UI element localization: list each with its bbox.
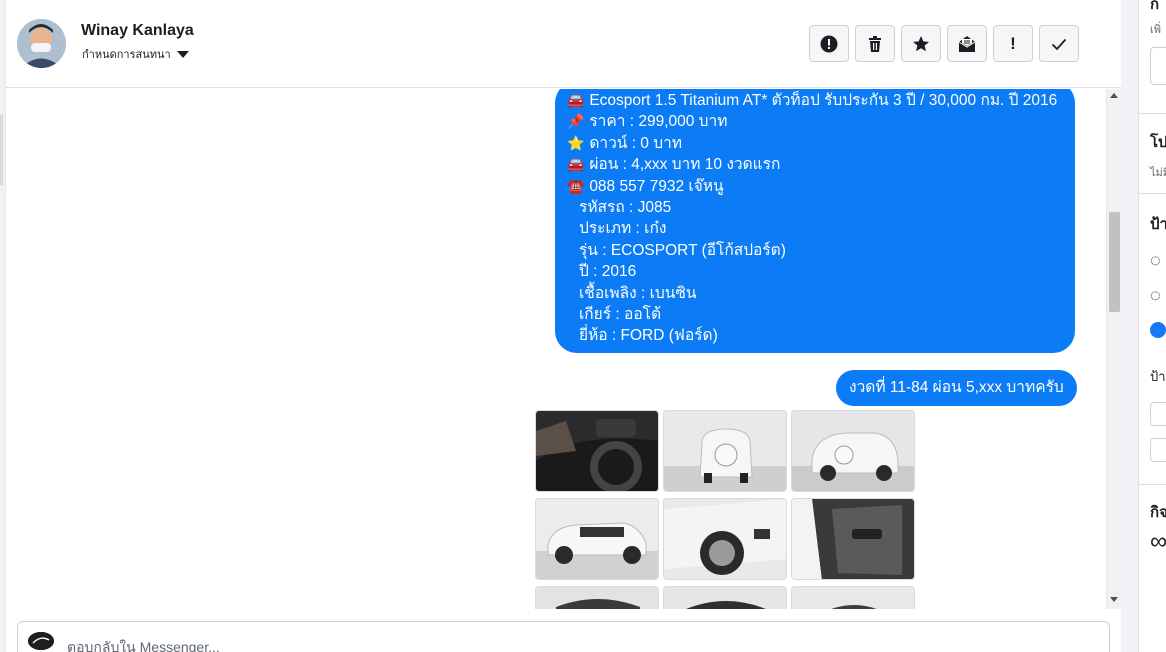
reply-input-placeholder[interactable]: ตอบกลับใน Messenger... [67, 637, 220, 652]
message-line: 🚘 Ecosport 1.5 Titanium AT* ตัวท็อป รับป… [567, 90, 1063, 111]
message-line: 📌 ราคา : 299,000 บาท [567, 111, 1063, 132]
emoji-icon: 🚘 [567, 92, 585, 108]
conversation-toolbar: ! [809, 25, 1079, 62]
trash-icon [869, 35, 881, 52]
emoji-icon: 🚘 [567, 156, 585, 173]
divider [1139, 484, 1166, 485]
message-line-text: รหัสรถ : J085 [579, 199, 672, 217]
label-input-field[interactable] [1150, 402, 1166, 426]
message-line: ปี : 2016 [567, 261, 1063, 282]
message-line: ประเภท : เก๋ง [567, 218, 1063, 239]
emoji-icon: ⭐ [567, 134, 585, 151]
message-bubble-listing[interactable]: 🚘 Ecosport 1.5 Titanium AT* ตัวท็อป รับป… [555, 89, 1075, 353]
message-line-text: ยี่ห้อ : FORD (ฟอร์ด) [579, 327, 718, 345]
label-option-icon[interactable]: ◌ [1150, 285, 1161, 306]
message-line: ☎️ 088 557 7932 เจ๊หนู [567, 176, 1063, 197]
emoji-icon: 📌 [567, 113, 585, 130]
message-line-text: เชื้อเพลิง : เบนซิน [579, 284, 697, 302]
details-section-hint: เพิ่ [1150, 24, 1162, 36]
message-line: รุ่น : ECOSPORT (อีโก้สปอร์ต) [567, 240, 1063, 261]
divider [1139, 113, 1166, 114]
details-section-title: ก [1150, 0, 1160, 13]
divider [1139, 193, 1166, 194]
message-line-text: Ecosport 1.5 Titanium AT* ตัวท็อป รับประ… [589, 92, 1058, 109]
photo-thumbnail[interactable] [663, 586, 787, 609]
left-panel-scroll-mark [0, 115, 3, 185]
label-input-field[interactable] [1150, 438, 1166, 462]
photo-thumbnail[interactable] [791, 498, 915, 580]
labels-section-title: ป้า [1150, 216, 1166, 233]
scroll-up-arrow-icon[interactable] [1110, 93, 1118, 98]
message-line-text: เกียร์ : ออโต้ [579, 306, 662, 324]
assign-label: กำหนดการสนทนา [82, 49, 171, 61]
photo-thumbnail[interactable] [535, 586, 659, 609]
message-line: รหัสรถ : J085 [567, 197, 1063, 218]
labels-subtitle: ป้า [1150, 369, 1166, 384]
message-line-text: ประเภท : เก๋ง [579, 220, 667, 238]
photo-thumbnail[interactable] [663, 498, 787, 580]
label-option-icon[interactable]: ◌ [1150, 250, 1161, 271]
label-selected-icon[interactable] [1150, 322, 1166, 338]
contact-name[interactable]: Winay Kanlaya [81, 22, 194, 40]
mark-done-button[interactable] [1039, 25, 1079, 62]
message-line: 🚘 ผ่อน : 4,xxx บาท 10 งวดแรก [567, 154, 1063, 175]
conversation-header: Winay Kanlaya กำหนดการสนทนา ! [6, 0, 1122, 88]
star-button[interactable] [901, 25, 941, 62]
message-line-text: ปี : 2016 [579, 263, 637, 281]
scroll-down-arrow-icon[interactable] [1110, 597, 1118, 602]
message-line-text: ผ่อน : 4,xxx บาท 10 งวดแรก [589, 156, 781, 174]
message-list-scrollbar[interactable] [1106, 89, 1122, 609]
photo-thumbnail[interactable] [791, 410, 915, 492]
message-list: 🚘 Ecosport 1.5 Titanium AT* ตัวท็อป รับป… [6, 89, 1106, 609]
photo-thumbnail[interactable] [535, 410, 659, 492]
exclamation-circle-icon [820, 35, 838, 52]
message-line: เกียร์ : ออโต้ [567, 304, 1063, 325]
photo-thumbnail[interactable] [535, 498, 659, 580]
avatar[interactable] [17, 19, 66, 68]
activity-section-title: กิจ [1150, 504, 1166, 521]
message-line-text: รุ่น : ECOSPORT (อีโก้สปอร์ต) [579, 241, 786, 259]
contact-details-panel: ก เพิ่ โป ไม่มี ป้า ◌ ◌ ป้า กิจ ∞ [1138, 0, 1166, 652]
notes-section-title: โป [1150, 134, 1166, 151]
panel-gap [1121, 0, 1138, 652]
message-line: ⭐ ดาวน์ : 0 บาท [567, 133, 1063, 154]
mark-spam-button[interactable] [809, 25, 849, 62]
message-line-text: ดาวน์ : 0 บาท [589, 134, 682, 152]
message-bubble-installment[interactable]: งวดที่ 11-84 ผ่อน 5,xxx บาทครับ [836, 370, 1077, 406]
page-logo-icon [28, 632, 54, 650]
reply-composer[interactable]: ตอบกลับใน Messenger... [17, 621, 1110, 652]
scrollbar-thumb[interactable] [1109, 212, 1120, 312]
emoji-icon: ☎️ [567, 177, 585, 194]
message-line: ยี่ห้อ : FORD (ฟอร์ด) [567, 325, 1063, 346]
message-line-text: ราคา : 299,000 บาท [589, 113, 728, 131]
inbox-app: Winay Kanlaya กำหนดการสนทนา ! 🚘 Ecosport… [0, 0, 1166, 652]
details-input-field[interactable] [1150, 47, 1166, 85]
delete-button[interactable] [855, 25, 895, 62]
message-line-text: 088 557 7932 เจ๊หนู [589, 177, 724, 195]
follow-up-button[interactable]: ! [993, 25, 1033, 62]
check-icon [1051, 38, 1067, 50]
notes-empty-text: ไม่มี [1150, 167, 1166, 179]
conversation-panel: Winay Kanlaya กำหนดการสนทนา ! 🚘 Ecosport… [5, 0, 1122, 652]
follow-up-label: ! [1010, 33, 1016, 53]
message-line: เชื้อเพลิง : เบนซิน [567, 283, 1063, 304]
photo-thumbnail[interactable] [791, 586, 915, 609]
mark-unread-button[interactable] [947, 25, 987, 62]
caret-down-icon [176, 51, 189, 58]
meta-infinity-icon: ∞ [1150, 528, 1166, 555]
star-icon [913, 35, 929, 51]
envelope-open-icon [958, 35, 976, 52]
photo-thumbnail[interactable] [663, 410, 787, 492]
assign-conversation-dropdown[interactable]: กำหนดการสนทนา [82, 45, 189, 63]
